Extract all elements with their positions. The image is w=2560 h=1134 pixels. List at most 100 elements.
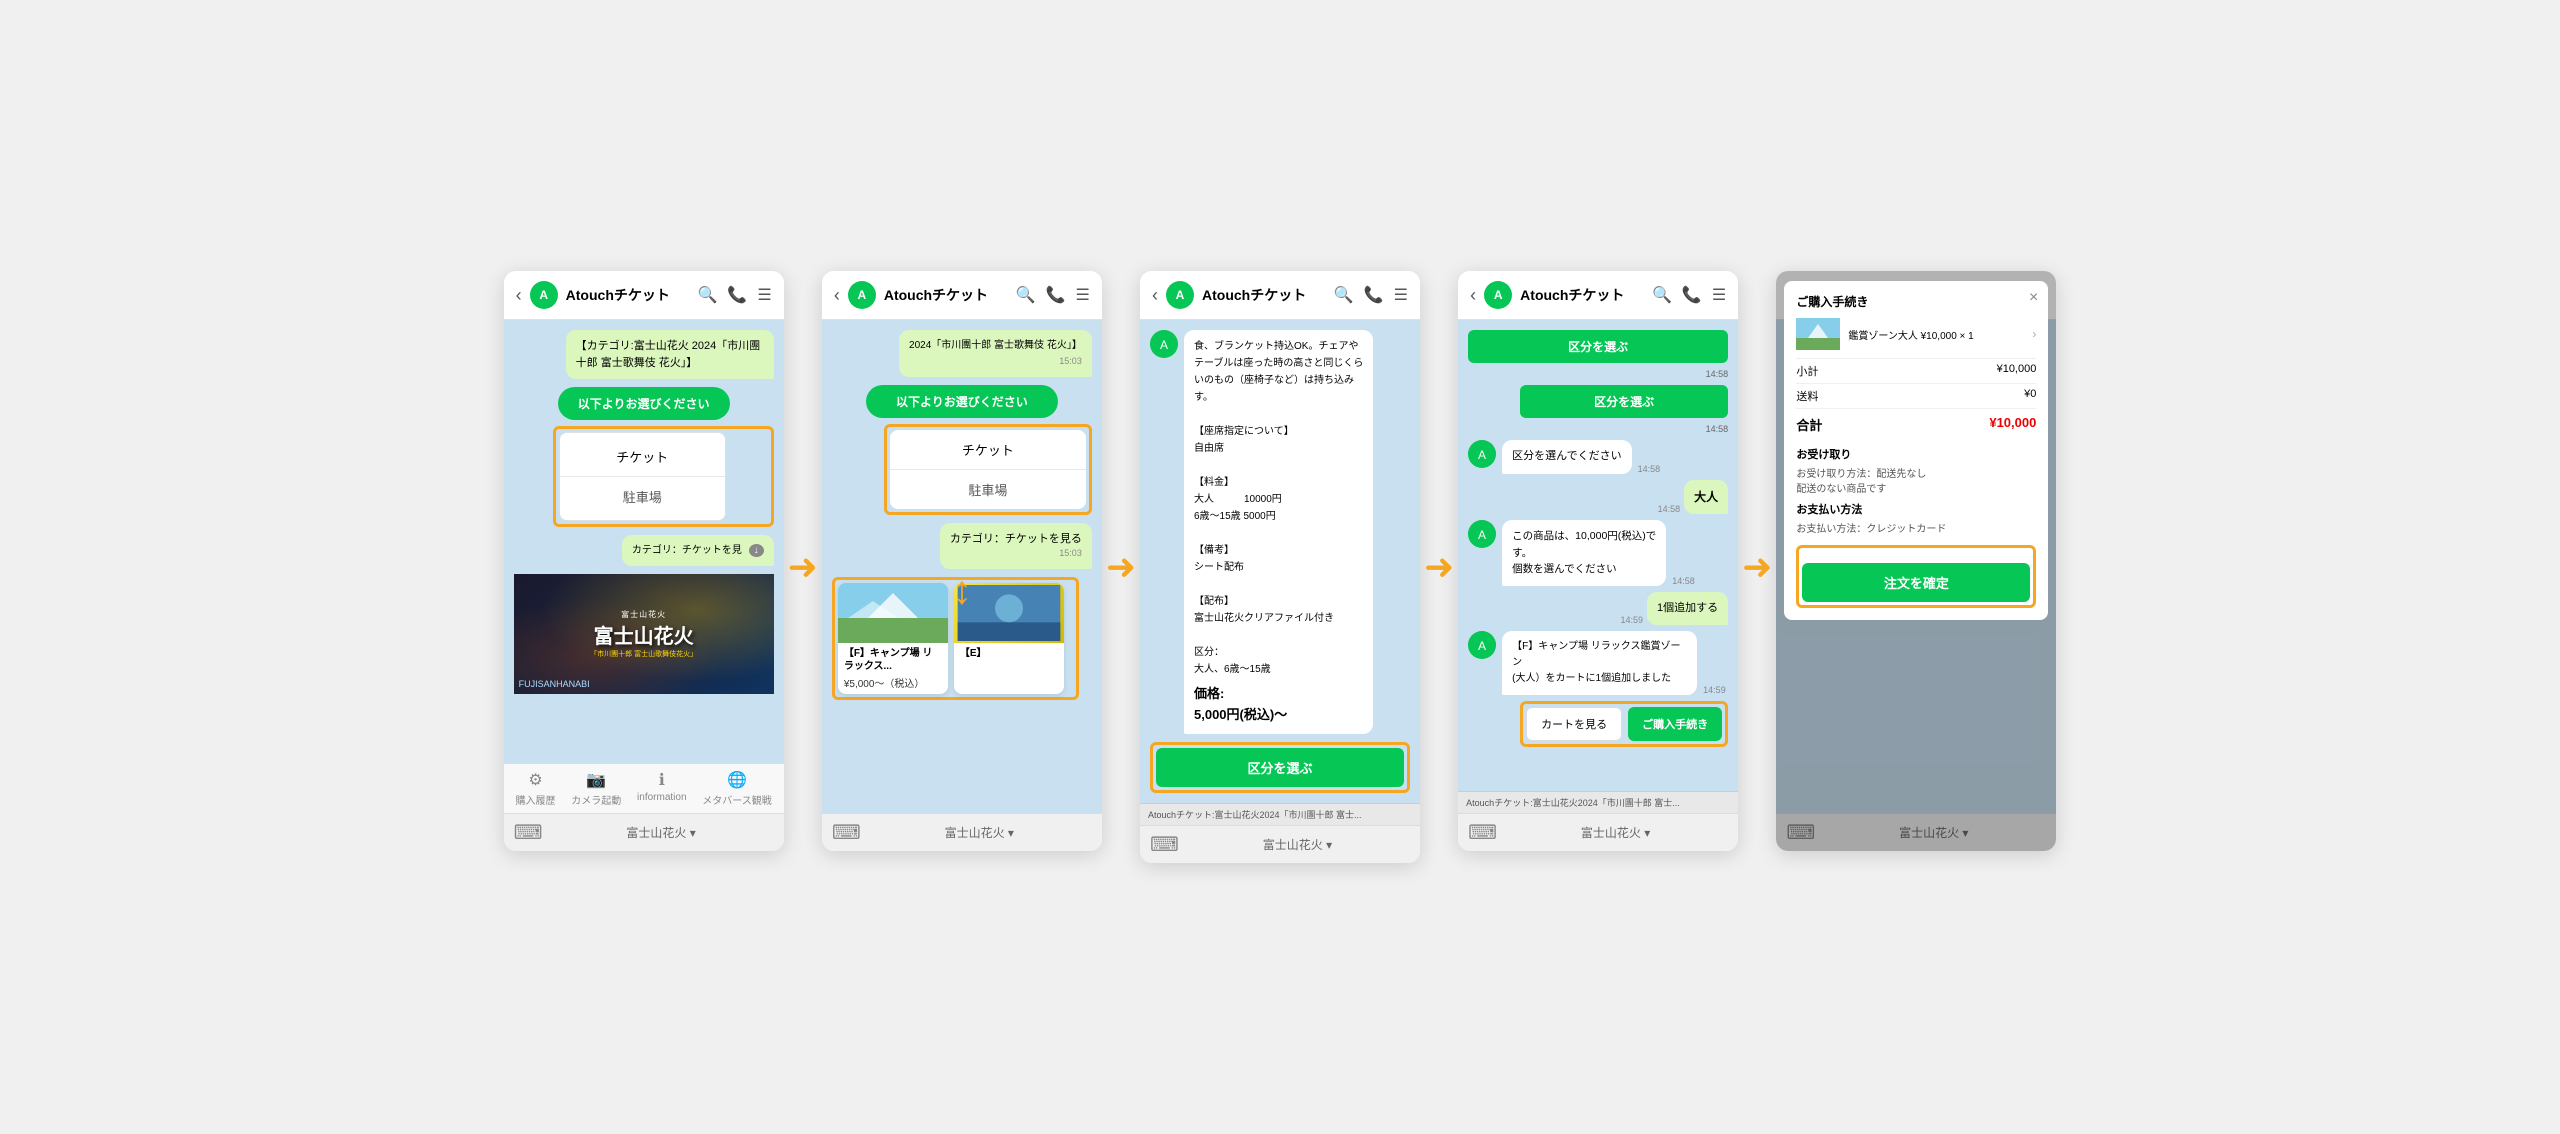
panel-product-row-5[interactable]: 鑑賞ゾーン大人 ¥10,000 × 1 ›: [1796, 320, 2036, 359]
select-btn-top-4[interactable]: 区分を選ぶ: [1468, 330, 1728, 363]
bubble-price-wrap-4: A この商品は、10,000円(税込)です。個数を選んでください 14:58: [1468, 520, 1728, 586]
ticket-image-1: 富士山花火 富士山花火 「市川團十郎 富士山歌舞伎花火」 FUJISANHANA…: [514, 574, 774, 694]
back-button-4[interactable]: ‹: [1470, 285, 1476, 306]
title-2: Atouchチケット: [884, 285, 1008, 305]
svg-text:A: A: [1160, 338, 1168, 352]
keyboard-icon-4[interactable]: ⌨: [1468, 820, 1497, 845]
nav-camera-1[interactable]: 📷 カメラ起動: [571, 770, 621, 807]
phone-3: ‹ A Atouchチケット 🔍 📞 ☰ A 食、ブランケット持込OK。チェアや…: [1140, 271, 1420, 863]
input-label-4: 富士山花火 ▾: [1503, 824, 1728, 841]
input-bar-1: ⌨ 富士山花火 ▾: [504, 813, 784, 851]
select-btn-2nd-4[interactable]: 区分を選ぶ: [1520, 385, 1728, 418]
panel-payment-method-5: お支払い方法：クレジットカード: [1796, 520, 2036, 535]
bubble-info-3: 食、ブランケット持込OK。チェアや テーブルは座った時の高さと同じくら いのもの…: [1184, 330, 1373, 734]
keyboard-icon-3[interactable]: ⌨: [1150, 832, 1179, 857]
option-ticket-1[interactable]: チケット: [560, 437, 725, 477]
phone-5: ‹ A Atouchチケット 🔍 📞 ☰ 価格: 5,000円(税込)〜 区分を…: [1776, 271, 2056, 851]
ticket-title-1: 富士山花火: [590, 620, 697, 649]
back-button-2[interactable]: ‹: [834, 285, 840, 306]
bubble-add-4: 1個追加する: [1647, 592, 1728, 625]
phone-icon-2[interactable]: 📞: [1046, 285, 1066, 305]
back-button-3[interactable]: ‹: [1152, 285, 1158, 306]
chat-area-5: 価格: 5,000円(税込)〜 区分を選ぶ × ご購入手続き: [1776, 320, 2056, 813]
nav-metaverse-1[interactable]: 🌐 メタバース観戦: [702, 770, 772, 807]
panel-shipping-row-5: 送料 ¥0: [1796, 384, 2036, 409]
menu-icon-2[interactable]: ☰: [1075, 285, 1089, 305]
bubble-in-avatar-3: A: [1150, 330, 1178, 358]
product-cards-wrap-2: 【F】キャンプ場 リラックス... ¥5,000〜（税込）: [832, 577, 1092, 700]
option-ticket-2[interactable]: チケット: [890, 430, 1086, 470]
options-card-2: チケット 駐車場: [890, 430, 1086, 509]
header-2: ‹ A Atouchチケット 🔍 📞 ☰: [822, 271, 1102, 320]
options-card-1: チケット 駐車場: [559, 432, 726, 521]
menu-icon-3[interactable]: ☰: [1394, 285, 1408, 305]
bubble-choose-4: A 区分を選んでください 14:58: [1468, 440, 1728, 474]
panel-receive-title-5: お受け取り: [1796, 446, 2036, 462]
keyboard-icon-2[interactable]: ⌨: [832, 820, 861, 845]
title-4: Atouchチケット: [1520, 285, 1644, 305]
header-4: ‹ A Atouchチケット 🔍 📞 ☰: [1458, 271, 1738, 320]
menu-icon-4[interactable]: ☰: [1712, 285, 1726, 305]
title-3: Atouchチケット: [1202, 285, 1326, 305]
info-icon-1: ℹ: [659, 770, 665, 790]
select-btn-3[interactable]: 区分を選ぶ: [1156, 748, 1404, 787]
bav-4a: A: [1468, 440, 1496, 468]
title-1: Atouchチケット: [566, 285, 690, 305]
purchase-btn-4[interactable]: ご購入手続き: [1628, 707, 1722, 741]
phone-4: ‹ A Atouchチケット 🔍 📞 ☰ 区分を選ぶ 14:58 区分を選ぶ 1…: [1458, 271, 1738, 851]
purchase-panel-5: × ご購入手続き 鑑賞ゾーン大人 ¥10,000 × 1 ›: [1784, 320, 2048, 620]
confirm-btn-highlight-5: 注文を確定: [1796, 545, 2036, 608]
history-icon-1: ⚙: [528, 770, 542, 790]
phone-icon-4[interactable]: 📞: [1682, 285, 1702, 305]
bubble-category-2: カテゴリ：チケットを見る 15:03: [940, 523, 1092, 569]
avatar-3: A: [1166, 281, 1194, 309]
arrow-3-4: ➜: [1432, 546, 1446, 588]
two-btn-highlight-4: カートを見る ご購入手続き: [1520, 701, 1728, 747]
search-icon-1[interactable]: 🔍: [697, 285, 717, 305]
arrow-1-2: ➜: [796, 546, 810, 588]
keyboard-icon-1[interactable]: ⌨: [514, 820, 543, 845]
avatar-1: A: [530, 281, 558, 309]
search-icon-4[interactable]: 🔍: [1652, 285, 1672, 305]
nav-history-1[interactable]: ⚙ 購入履歴: [516, 770, 556, 807]
option-parking-2[interactable]: 駐車場: [890, 470, 1086, 509]
back-button-1[interactable]: ‹: [516, 285, 522, 306]
option-parking-1[interactable]: 駐車場: [560, 477, 725, 516]
arrow-4-5: ➜: [1750, 546, 1764, 588]
bav-4c: A: [1468, 631, 1496, 659]
svg-text:A: A: [1478, 448, 1486, 462]
cart-btn-4[interactable]: カートを見る: [1526, 707, 1622, 741]
phone-icon-1[interactable]: 📞: [727, 285, 747, 305]
chat-area-4: 区分を選ぶ 14:58 区分を選ぶ 14:58 A 区分を選んでください 14:…: [1458, 320, 1738, 791]
nav-info-1[interactable]: ℹ information: [637, 770, 686, 807]
panel-receive-method-5: お受け取り方法：配送先なし: [1796, 465, 2036, 480]
svg-text:A: A: [1478, 528, 1486, 542]
phone-2: ‹ A Atouchチケット 🔍 📞 ☰ 2024「市川團十郎 富士歌舞伎 花火…: [822, 271, 1102, 851]
menu-icon-1[interactable]: ☰: [757, 285, 771, 305]
product-card-1[interactable]: 【F】キャンプ場 リラックス... ¥5,000〜（税込）: [838, 583, 948, 694]
options-highlight-1: チケット 駐車場: [553, 426, 774, 527]
input-label-2: 富士山花火 ▾: [867, 824, 1092, 841]
product-card-body-1: 【F】キャンプ場 リラックス... ¥5,000〜（税込）: [838, 643, 948, 694]
green-message-btn-1: 以下よりお選びください: [558, 387, 730, 420]
phone-icon-3[interactable]: 📞: [1364, 285, 1384, 305]
camera-icon-1: 📷: [586, 770, 606, 790]
header-1: ‹ A Atouchチケット 🔍 📞 ☰: [504, 271, 784, 320]
bubble-price-4: この商品は、10,000円(税込)です。個数を選んでください: [1502, 520, 1666, 586]
panel-product-img-5: [1796, 320, 1840, 350]
product-card-2[interactable]: 【E】: [954, 583, 1064, 694]
chat-area-3: A 食、ブランケット持込OK。チェアや テーブルは座った時の高さと同じくら いの…: [1140, 320, 1420, 803]
panel-product-name-5: 鑑賞ゾーン大人 ¥10,000 × 1: [1848, 327, 2024, 342]
search-icon-3[interactable]: 🔍: [1334, 285, 1354, 305]
bottom-nav-1: ⚙ 購入履歴 📷 カメラ起動 ℹ information 🌐 メタバース観戦: [504, 763, 784, 813]
input-bar-4: ⌨ 富士山花火 ▾: [1458, 813, 1738, 851]
header-icons-4: 🔍 📞 ☰: [1652, 285, 1726, 305]
panel-chevron-5: ›: [2032, 327, 2036, 341]
panel-total-row-5: 合計 ¥10,000: [1796, 409, 2036, 440]
two-btn-row-4: カートを見る ご購入手続き: [1526, 707, 1722, 741]
product-card-body-2: 【E】: [954, 643, 1064, 664]
search-icon-2[interactable]: 🔍: [1016, 285, 1036, 305]
confirm-btn-5[interactable]: 注文を確定: [1802, 563, 2030, 602]
right-arrow-icon-1: ➜: [788, 546, 818, 588]
header-icons-1: 🔍 📞 ☰: [697, 285, 771, 305]
